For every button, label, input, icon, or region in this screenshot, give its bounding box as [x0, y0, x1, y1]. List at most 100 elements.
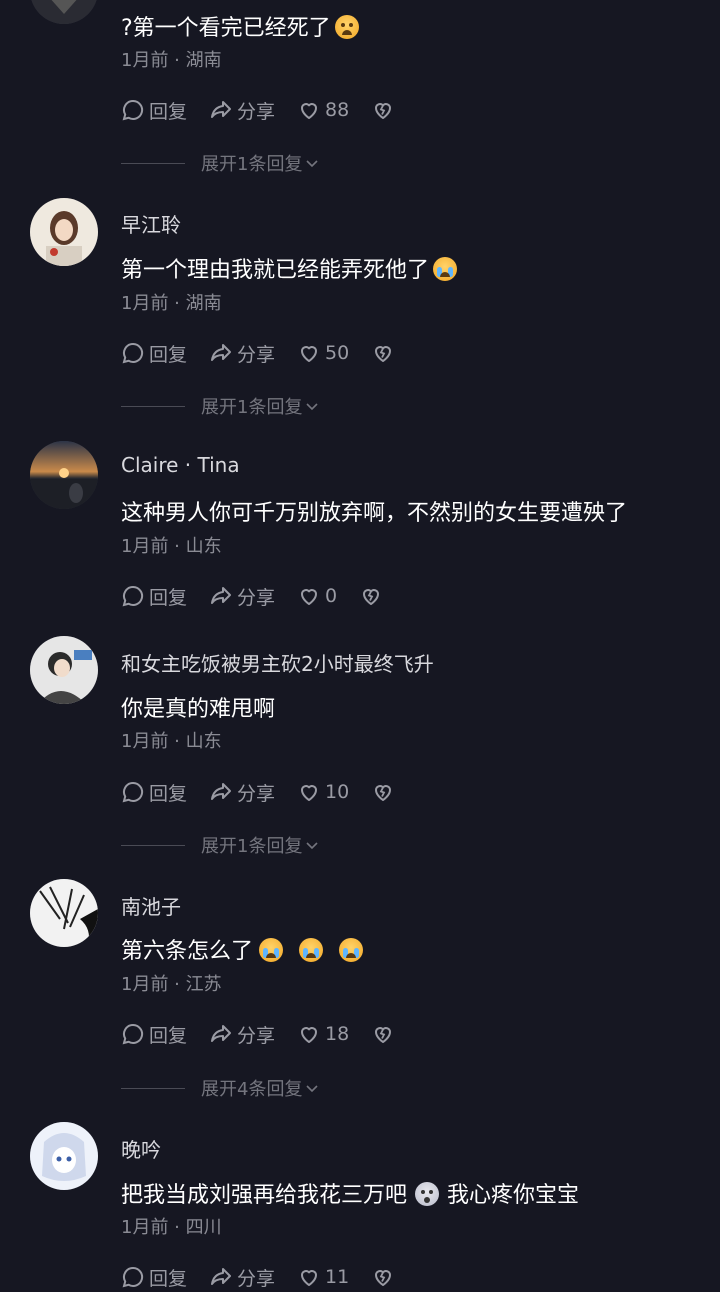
shocked-emoji: [415, 1182, 440, 1206]
like-button[interactable]: 10: [297, 780, 349, 804]
like-count: 0: [325, 585, 338, 607]
crying-emoji: [299, 938, 324, 962]
divider: [121, 405, 185, 407]
avatar[interactable]: [30, 0, 98, 24]
like-count: 10: [325, 781, 350, 803]
divider: [121, 1087, 185, 1089]
heart-icon: [301, 1027, 318, 1043]
comment-actions: 回复 分享 18: [121, 1019, 421, 1049]
chevron-down-icon: [306, 160, 319, 168]
avatar[interactable]: [30, 198, 98, 266]
avatar[interactable]: [30, 1122, 98, 1190]
share-icon: [211, 101, 232, 118]
reply-button[interactable]: 回复: [121, 583, 187, 610]
broken-heart-icon: [375, 103, 392, 119]
dislike-button[interactable]: [371, 1022, 399, 1046]
dislike-button[interactable]: [359, 584, 387, 608]
like-button[interactable]: 18: [297, 1022, 349, 1046]
username[interactable]: 早江聆: [121, 209, 181, 238]
comment-meta: 1月前 · 山东: [121, 731, 222, 752]
chevron-down-icon: [306, 1085, 319, 1093]
divider: [121, 162, 185, 164]
share-button[interactable]: 分享: [209, 583, 275, 610]
like-button[interactable]: 50: [297, 341, 349, 365]
username[interactable]: Claire · Tina: [121, 453, 240, 477]
reply-icon: [122, 585, 144, 607]
avatar[interactable]: [30, 441, 98, 509]
share-icon: [211, 344, 232, 361]
heart-icon: [301, 103, 318, 119]
chevron-down-icon: [306, 403, 319, 411]
reply-icon: [122, 781, 144, 803]
share-button[interactable]: 分享: [209, 340, 275, 367]
crying-emoji: [339, 938, 364, 962]
comment-text: ?第一个看完已经死了: [121, 10, 359, 42]
like-count: 88: [325, 99, 350, 121]
dislike-button[interactable]: [371, 1265, 399, 1289]
like-count: 18: [325, 1023, 350, 1045]
expand-replies-button[interactable]: 展开1条回复: [121, 832, 320, 858]
avatar[interactable]: [30, 636, 98, 704]
heart-icon: [301, 346, 318, 362]
comment-text: 第一个理由我就已经能弄死他了: [121, 252, 458, 284]
dislike-button[interactable]: [371, 98, 399, 122]
broken-heart-icon: [375, 1027, 392, 1043]
like-button[interactable]: 0: [297, 584, 337, 608]
crying-emoji: [433, 257, 458, 281]
username[interactable]: 和女主吃饭被男主砍2小时最终飞升: [121, 648, 434, 677]
reply-icon: [122, 99, 144, 121]
comment-text: 第六条怎么了: [121, 933, 364, 965]
expand-replies-button[interactable]: 展开1条回复: [121, 393, 320, 419]
share-button[interactable]: 分享: [209, 1264, 275, 1291]
reply-button[interactable]: 回复: [121, 340, 187, 367]
reply-icon: [122, 342, 144, 364]
crying-emoji: [259, 938, 284, 962]
reply-button[interactable]: 回复: [121, 1264, 187, 1291]
comment-actions: 回复 分享 0: [121, 581, 409, 611]
dislike-button[interactable]: [371, 780, 399, 804]
broken-heart-icon: [375, 1270, 392, 1286]
comment-text: 这种男人你可千万别放弃啊，不然别的女生要遭殃了: [121, 501, 628, 526]
share-button[interactable]: 分享: [209, 97, 275, 124]
expand-replies-button[interactable]: 展开1条回复: [121, 150, 320, 176]
comment-meta: 1月前 · 山东: [121, 536, 222, 557]
share-icon: [211, 1025, 232, 1042]
reply-button[interactable]: 回复: [121, 1021, 187, 1048]
comment-text: 把我当成刘强再给我花三万吧 我心疼你宝宝: [121, 1182, 580, 1208]
comment-meta: 1月前 · 湖南: [121, 50, 222, 71]
comment-meta: 1月前 · 湖南: [121, 293, 222, 314]
grinning-sweat-emoji: [334, 15, 359, 39]
dislike-button[interactable]: [371, 341, 399, 365]
share-icon: [211, 587, 232, 604]
username[interactable]: 晚吟: [121, 1134, 161, 1163]
comment-actions: 回复 分享 11: [121, 1262, 421, 1292]
expand-replies-button[interactable]: 展开4条回复: [121, 1075, 320, 1101]
avatar[interactable]: [30, 879, 98, 947]
comment-actions: 回复 分享 50: [121, 338, 421, 368]
username[interactable]: 南池子: [121, 891, 181, 920]
comment-text: 你是真的难甩啊: [121, 697, 276, 722]
heart-icon: [301, 785, 318, 801]
reply-icon: [122, 1266, 144, 1288]
reply-icon: [122, 1023, 144, 1045]
heart-icon: [301, 589, 318, 605]
divider: [121, 844, 185, 846]
like-count: 50: [325, 342, 350, 364]
like-button[interactable]: 88: [297, 98, 349, 122]
broken-heart-icon: [363, 589, 380, 605]
share-button[interactable]: 分享: [209, 1021, 275, 1048]
share-icon: [211, 783, 232, 800]
comment-meta: 1月前 · 江苏: [121, 974, 222, 995]
reply-button[interactable]: 回复: [121, 97, 187, 124]
comment-actions: 回复 分享 88: [121, 95, 421, 125]
broken-heart-icon: [375, 346, 392, 362]
reply-button[interactable]: 回复: [121, 779, 187, 806]
chevron-down-icon: [306, 842, 319, 850]
share-button[interactable]: 分享: [209, 779, 275, 806]
heart-icon: [301, 1270, 318, 1286]
comment-meta: 1月前 · 四川: [121, 1217, 222, 1238]
broken-heart-icon: [375, 785, 392, 801]
like-button[interactable]: 11: [297, 1265, 349, 1289]
like-count: 11: [325, 1266, 350, 1288]
comment-actions: 回复 分享 10: [121, 777, 421, 807]
